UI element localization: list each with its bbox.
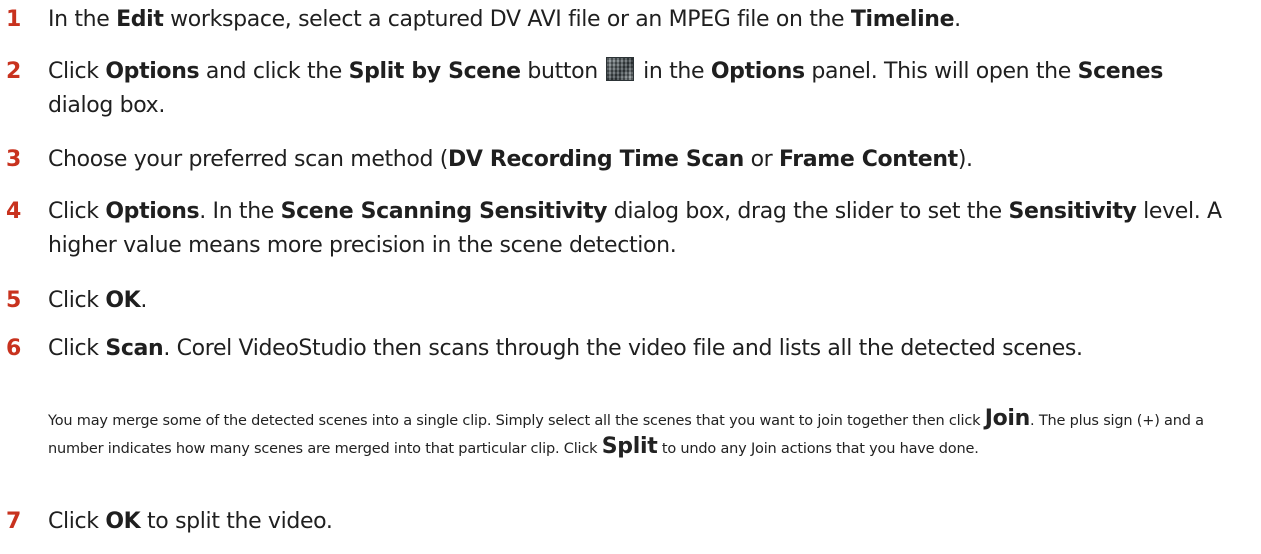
ui-term: Scene Scanning Sensitivity (280, 199, 608, 224)
step-text: Click Options. In the Scene Scanning Sen… (48, 195, 1255, 263)
ui-term: Split by Scene (348, 59, 521, 84)
text-run: Click (48, 509, 106, 534)
text-run: or (743, 147, 780, 172)
ui-term: OK (105, 288, 141, 313)
text-run: . (140, 288, 148, 313)
step-6: 6 Click Scan. Corel VideoStudio then sca… (0, 332, 1255, 402)
text-run: ). (957, 147, 973, 172)
text-run: Click (48, 199, 106, 224)
ui-term: Options (105, 59, 200, 84)
text-run: panel. This will open the (804, 59, 1078, 84)
text-run: . (954, 7, 961, 32)
text-run: Choose your preferred scan method ( (48, 147, 448, 172)
ui-term: Options (105, 199, 200, 224)
text-run: to undo any Join actions that you have d… (657, 441, 979, 457)
ui-term: OK (105, 509, 141, 534)
ui-term: Join (984, 406, 1031, 431)
document-page: 1 In the Edit workspace, select a captur… (0, 0, 1261, 554)
step-text: Choose your preferred scan method (DV Re… (48, 143, 1255, 177)
text-run: in the (636, 59, 711, 84)
step-number: 2 (6, 59, 21, 84)
step-text: Click Options and click the Split by Sce… (48, 55, 1203, 123)
step-text: Click OK to split the video. (48, 505, 1255, 539)
text-run: . In the (199, 199, 281, 224)
step-text: Click OK. (48, 284, 1255, 318)
step-2: 2 Click Options and click the Split by S… (0, 55, 1255, 125)
text-run: to split the video. (140, 509, 333, 534)
step-6-note: You may merge some of the detected scene… (48, 406, 1251, 462)
text-run: . Corel VideoStudio then scans through t… (163, 336, 1083, 361)
text-run: workspace, select a captured DV AVI file… (163, 7, 851, 32)
step-number: 1 (6, 7, 21, 32)
step-text: Click Scan. Corel VideoStudio then scans… (48, 332, 1255, 366)
ui-term: Options (710, 59, 805, 84)
ui-term: Sensitivity (1008, 199, 1137, 224)
text-run: You may merge some of the detected scene… (48, 413, 985, 429)
ui-term: Timeline (850, 7, 955, 32)
text-run: and click the (199, 59, 349, 84)
text-run: dialog box, drag the slider to set the (607, 199, 1009, 224)
ui-term: Scan (105, 336, 164, 361)
step-number: 3 (6, 147, 21, 172)
step-number: 4 (6, 199, 21, 224)
text-run: Click (48, 59, 106, 84)
ui-term: Frame Content (779, 147, 958, 172)
text-run: In the (48, 7, 117, 32)
step-number: 5 (6, 288, 21, 313)
ui-term: Split (601, 434, 658, 459)
text-run: dialog box. (48, 93, 165, 118)
step-number: 6 (6, 336, 21, 361)
step-text: In the Edit workspace, select a captured… (48, 3, 1255, 37)
ui-term: DV Recording Time Scan (448, 147, 744, 172)
text-run: Click (48, 336, 106, 361)
step-4: 4 Click Options. In the Scene Scanning S… (0, 195, 1255, 265)
text-run: button (520, 59, 605, 84)
split-by-scene-icon (606, 57, 635, 81)
text-run: Click (48, 288, 106, 313)
ui-term: Edit (116, 7, 164, 32)
step-number: 7 (6, 509, 21, 534)
ui-term: Scenes (1077, 59, 1164, 84)
